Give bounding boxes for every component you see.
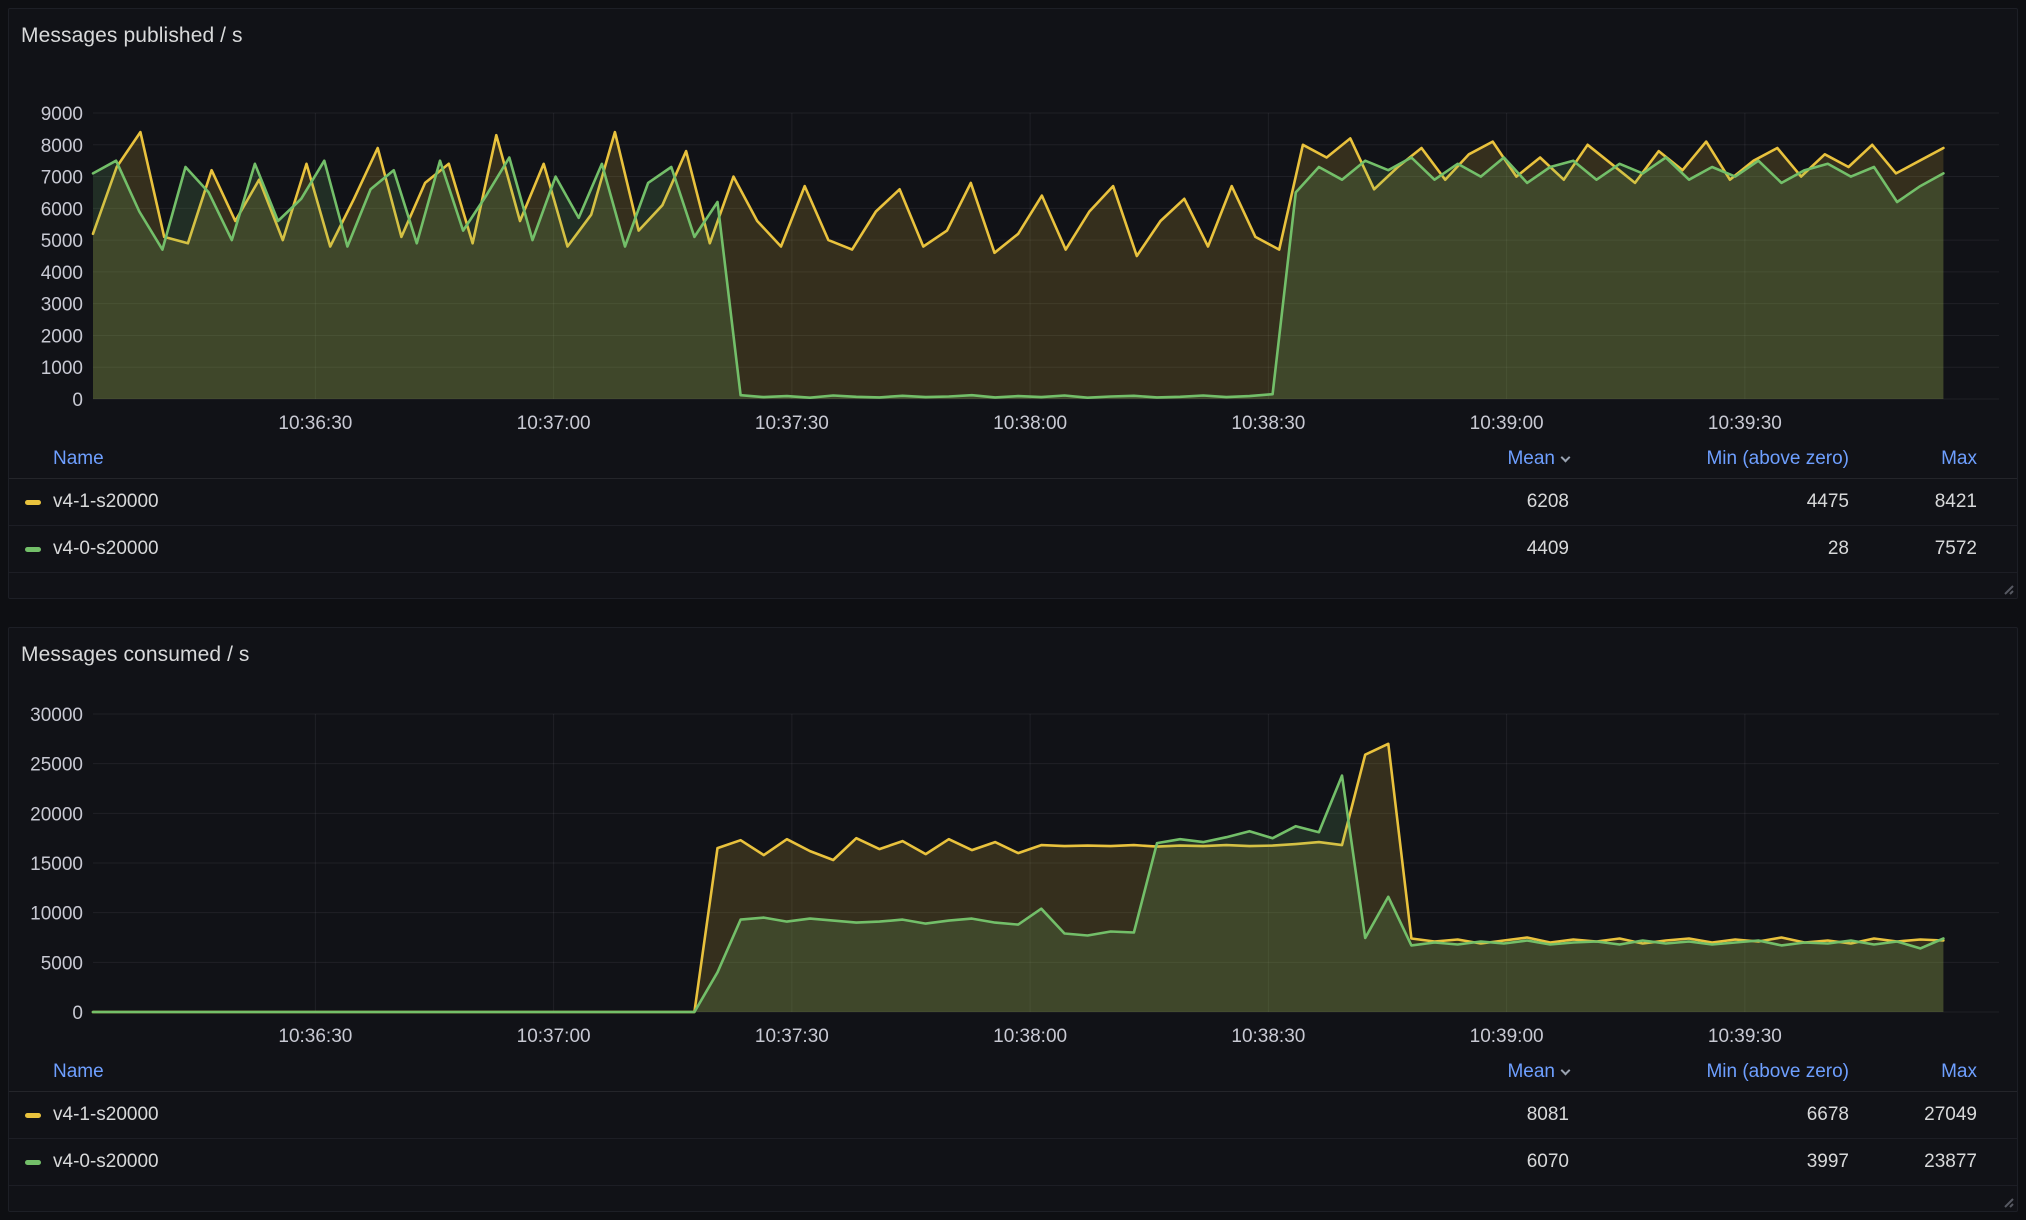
svg-text:10000: 10000 <box>30 904 83 925</box>
svg-text:9000: 9000 <box>41 104 83 125</box>
min-value: 28 <box>1569 538 1849 560</box>
legend-row-v4-1: v4-1-s20000 8081 6678 27049 <box>9 1092 2017 1139</box>
panel-messages-consumed: Messages consumed / s 0 5000 10000 15000 200… <box>8 627 2018 1212</box>
panel-resize-handle[interactable] <box>2000 581 2014 595</box>
svg-text:5000: 5000 <box>41 953 83 974</box>
min-value: 6678 <box>1569 1104 1849 1126</box>
panel-resize-handle[interactable] <box>2000 1194 2014 1208</box>
svg-text:10:39:30: 10:39:30 <box>1708 1026 1782 1047</box>
svg-text:10:39:00: 10:39:00 <box>1470 1026 1544 1047</box>
mean-value: 6208 <box>1429 491 1569 513</box>
svg-text:1000: 1000 <box>41 358 83 379</box>
svg-text:10:37:00: 10:37:00 <box>517 413 591 434</box>
legend-header-mean-label: Mean <box>1507 1061 1555 1082</box>
svg-text:0: 0 <box>72 1003 83 1024</box>
series-name[interactable]: v4-0-s20000 <box>53 1151 159 1173</box>
legend-table: Name Mean Min (above zero) Max v4-1-s200… <box>9 1052 2017 1186</box>
series-color-swatch[interactable] <box>25 1113 41 1118</box>
svg-text:5000: 5000 <box>41 231 83 252</box>
svg-text:10:38:00: 10:38:00 <box>993 413 1067 434</box>
legend-row-v4-0: v4-0-s20000 6070 3997 23877 <box>9 1139 2017 1186</box>
series-name[interactable]: v4-1-s20000 <box>53 1104 159 1126</box>
series-name[interactable]: v4-0-s20000 <box>53 538 159 560</box>
svg-text:10:39:30: 10:39:30 <box>1708 413 1782 434</box>
svg-text:10:39:00: 10:39:00 <box>1470 413 1544 434</box>
legend-table: Name Mean Min (above zero) Max v4-1-s200… <box>9 439 2017 573</box>
legend-header-mean[interactable]: Mean <box>1507 448 1569 469</box>
legend-header-mean[interactable]: Mean <box>1507 1061 1569 1082</box>
legend-header-max[interactable]: Max <box>1941 448 1977 469</box>
legend-row-v4-0: v4-0-s20000 4409 28 7572 <box>9 526 2017 573</box>
max-value: 23877 <box>1849 1151 1977 1173</box>
svg-text:6000: 6000 <box>41 199 83 220</box>
svg-text:3000: 3000 <box>41 295 83 316</box>
svg-text:2000: 2000 <box>41 326 83 347</box>
svg-text:25000: 25000 <box>30 755 83 776</box>
legend-header-min[interactable]: Min (above zero) <box>1706 1061 1849 1082</box>
legend-header-row: Name Mean Min (above zero) Max <box>9 1052 2017 1092</box>
time-series-chart-published[interactable]: 0 1000 2000 3000 4000 5000 6000 7000 8000 9000 10:… <box>9 99 2015 439</box>
max-value: 27049 <box>1849 1104 1977 1126</box>
legend-header-name[interactable]: Name <box>53 1061 104 1083</box>
svg-text:10:37:30: 10:37:30 <box>755 1026 829 1047</box>
min-value: 3997 <box>1569 1151 1849 1173</box>
mean-value: 6070 <box>1429 1151 1569 1173</box>
svg-text:10:38:00: 10:38:00 <box>993 1026 1067 1047</box>
max-value: 8421 <box>1849 491 1977 513</box>
series-color-swatch[interactable] <box>25 500 41 505</box>
svg-text:10:38:30: 10:38:30 <box>1231 1026 1305 1047</box>
svg-text:15000: 15000 <box>30 854 83 875</box>
time-series-chart-consumed[interactable]: 0 5000 10000 15000 20000 25000 30000 10:36:30 10… <box>9 700 2015 1052</box>
series-color-swatch[interactable] <box>25 1160 41 1165</box>
svg-text:10:37:30: 10:37:30 <box>755 413 829 434</box>
max-value: 7572 <box>1849 538 1977 560</box>
dashboard: Messages published / s 0 1000 2000 3000 4000… <box>0 0 2026 1220</box>
legend-header-name[interactable]: Name <box>53 448 104 470</box>
mean-value: 4409 <box>1429 538 1569 560</box>
svg-text:10:36:30: 10:36:30 <box>278 413 352 434</box>
series-name[interactable]: v4-1-s20000 <box>53 491 159 513</box>
svg-text:8000: 8000 <box>41 136 83 157</box>
legend-header-max[interactable]: Max <box>1941 1061 1977 1082</box>
panel-title[interactable]: Messages published / s <box>9 9 2017 49</box>
mean-value: 8081 <box>1429 1104 1569 1126</box>
series-color-swatch[interactable] <box>25 547 41 552</box>
panel-messages-published: Messages published / s 0 1000 2000 3000 4000… <box>8 8 2018 599</box>
svg-text:0: 0 <box>72 390 83 411</box>
svg-text:20000: 20000 <box>30 804 83 825</box>
min-value: 4475 <box>1569 491 1849 513</box>
panel-title[interactable]: Messages consumed / s <box>9 628 2017 668</box>
svg-text:10:38:30: 10:38:30 <box>1231 413 1305 434</box>
legend-header-min[interactable]: Min (above zero) <box>1706 448 1849 469</box>
legend-header-mean-label: Mean <box>1507 448 1555 469</box>
svg-text:30000: 30000 <box>30 705 83 726</box>
svg-text:7000: 7000 <box>41 168 83 189</box>
svg-text:10:36:30: 10:36:30 <box>278 1026 352 1047</box>
svg-text:4000: 4000 <box>41 263 83 284</box>
svg-text:10:37:00: 10:37:00 <box>517 1026 591 1047</box>
legend-header-row: Name Mean Min (above zero) Max <box>9 439 2017 479</box>
legend-row-v4-1: v4-1-s20000 6208 4475 8421 <box>9 479 2017 526</box>
